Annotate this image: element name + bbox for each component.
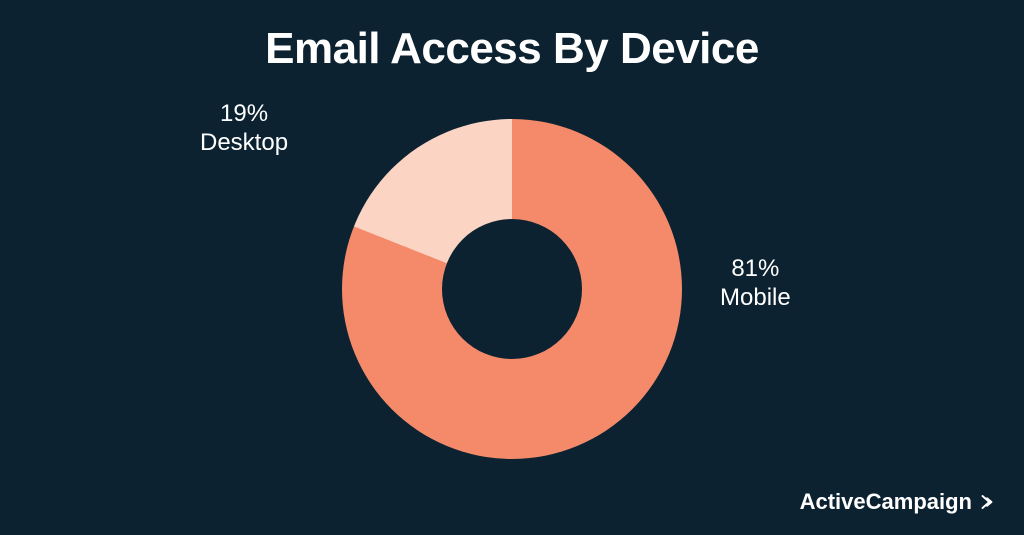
- slice-label-desktop: 19% Desktop: [200, 100, 288, 158]
- slice-pct-desktop: 19%: [200, 100, 288, 129]
- chevron-right-icon: [978, 493, 996, 511]
- donut-hole: [442, 219, 582, 359]
- slice-pct-mobile: 81%: [720, 255, 791, 284]
- brand-mark: ActiveCampaign: [800, 489, 996, 515]
- brand-text: ActiveCampaign: [800, 489, 972, 515]
- slice-label-mobile: 81% Mobile: [720, 255, 791, 313]
- slice-name-desktop: Desktop: [200, 129, 288, 158]
- chart-title: Email Access By Device: [0, 0, 1024, 74]
- slice-name-mobile: Mobile: [720, 284, 791, 313]
- donut-chart: [342, 119, 682, 459]
